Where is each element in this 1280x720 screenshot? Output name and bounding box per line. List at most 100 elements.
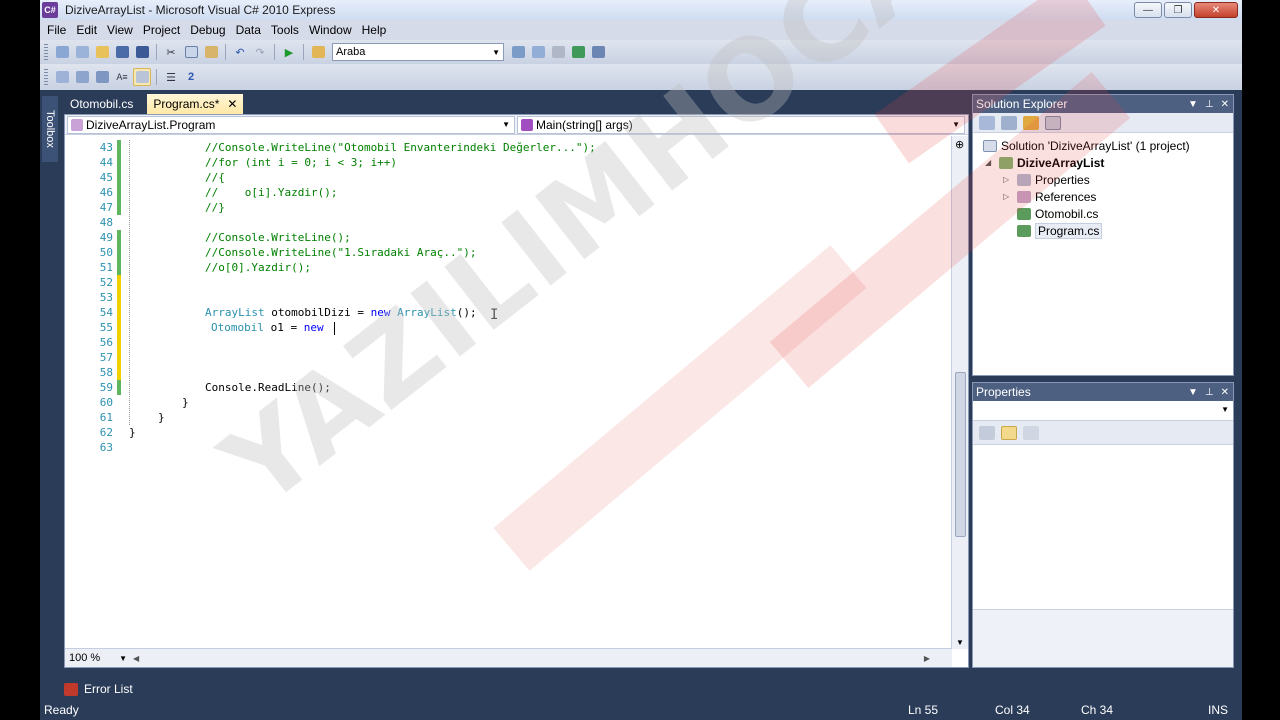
copy-icon[interactable] xyxy=(182,43,200,61)
paste-icon[interactable] xyxy=(202,43,220,61)
show-all-files-icon[interactable] xyxy=(1001,115,1017,130)
pin-icon[interactable]: ⊥ xyxy=(1205,99,1214,110)
uncomment-lines-icon[interactable]: 2 xyxy=(182,68,200,86)
find-icon[interactable] xyxy=(509,43,527,61)
find-in-files-icon[interactable] xyxy=(309,43,327,61)
solution-explorer-panel: Solution Explorer ▼ ⊥ ✕ Solution 'Dizive… xyxy=(972,94,1234,376)
code-line-readline: Console.ReadLine(); xyxy=(135,380,596,395)
scroll-down-icon[interactable]: ▼ xyxy=(956,638,964,647)
menu-data[interactable]: Data xyxy=(231,23,266,37)
view-class-diagram-icon[interactable] xyxy=(1045,115,1061,130)
mouse-ibeam-cursor: I xyxy=(490,307,499,323)
menu-help[interactable]: Help xyxy=(357,23,392,37)
refresh-icon[interactable] xyxy=(1023,115,1039,130)
toolbar-grip[interactable] xyxy=(44,44,48,60)
close-button[interactable]: ✕ xyxy=(1194,2,1238,18)
scrollbar-thumb[interactable] xyxy=(955,372,966,537)
close-tab-icon[interactable]: ✕ xyxy=(227,97,237,111)
solution-explorer-icon[interactable] xyxy=(529,43,547,61)
menu-edit[interactable]: Edit xyxy=(71,23,102,37)
members-combo[interactable]: Main(string[] args) ▼ xyxy=(517,115,965,134)
undo-icon[interactable]: ↶ xyxy=(231,43,249,61)
display-object-member-list-icon[interactable] xyxy=(53,68,71,86)
save-icon[interactable] xyxy=(113,43,131,61)
tree-references[interactable]: ▷ References xyxy=(973,188,1233,205)
zoom-combo[interactable]: 100 % ▼ xyxy=(69,652,127,664)
menu-debug[interactable]: Debug xyxy=(185,23,230,37)
redo-icon[interactable]: ↷ xyxy=(251,43,269,61)
comment-lines-icon[interactable]: ☰ xyxy=(162,68,180,86)
code-editor[interactable]: DiziveArrayList.Program ▼ Main(string[] … xyxy=(64,114,969,668)
tab-otomobil-cs[interactable]: Otomobil.cs xyxy=(64,94,139,114)
menu-file[interactable]: File xyxy=(42,23,71,37)
tree-program-cs[interactable]: Program.cs xyxy=(973,222,1233,239)
properties-icon[interactable] xyxy=(979,115,995,130)
types-combo[interactable]: DiziveArrayList.Program ▼ xyxy=(67,115,515,134)
expanded-icon[interactable]: ◢ xyxy=(985,158,991,167)
pin-icon[interactable]: ⊥ xyxy=(1205,387,1214,398)
collapsed-icon[interactable]: ▷ xyxy=(1003,192,1009,201)
error-list-tab[interactable]: Error List xyxy=(64,678,133,700)
chevron-down-icon: ▼ xyxy=(119,653,127,663)
properties-icon[interactable] xyxy=(549,43,567,61)
parameter-info-icon[interactable] xyxy=(73,68,91,86)
tree-project[interactable]: ◢ DiziveArrayList xyxy=(973,154,1233,171)
menu-view[interactable]: View xyxy=(102,23,138,37)
start-debugging-icon[interactable]: ▶ xyxy=(280,43,298,61)
object-browser-icon[interactable] xyxy=(569,43,587,61)
tab-program-cs[interactable]: Program.cs* ✕ xyxy=(147,94,244,114)
find-combo-value: Araba xyxy=(336,46,366,58)
code-area[interactable]: 43 44 45 46 47 48 49 50 51 52 53 54 55 5… xyxy=(65,136,952,649)
scroll-left-icon[interactable]: ◀ xyxy=(133,654,139,663)
tree-solution[interactable]: Solution 'DiziveArrayList' (1 project) xyxy=(973,137,1233,154)
save-all-icon[interactable] xyxy=(133,43,151,61)
menu-project[interactable]: Project xyxy=(138,23,185,37)
toolbar-grip[interactable] xyxy=(44,69,48,85)
line-number: 61 xyxy=(99,411,113,424)
type-token: ArrayList xyxy=(205,306,265,319)
cut-icon[interactable]: ✂ xyxy=(162,43,180,61)
visual-csharp-icon: C# xyxy=(42,2,58,18)
toolbar-separator xyxy=(303,44,304,60)
chevron-down-icon: ▼ xyxy=(1221,405,1229,414)
line-number: 49 xyxy=(99,231,113,244)
toolbox-icon[interactable] xyxy=(589,43,607,61)
tree-label: Properties xyxy=(1035,172,1090,187)
close-panel-icon[interactable]: ✕ xyxy=(1221,99,1229,110)
collapsed-icon[interactable]: ▷ xyxy=(1003,175,1009,184)
scroll-right-icon[interactable]: ▶ xyxy=(924,654,930,663)
status-text: Ready xyxy=(44,703,79,717)
solution-tree: Solution 'DiziveArrayList' (1 project) ◢… xyxy=(973,133,1233,239)
minimize-button[interactable]: — xyxy=(1134,2,1162,18)
line-number: 47 xyxy=(99,201,113,214)
object-selector-combo[interactable]: ▼ xyxy=(973,401,1233,421)
add-item-icon[interactable] xyxy=(73,43,91,61)
tree-properties[interactable]: ▷ Properties xyxy=(973,171,1233,188)
toolbox-tab[interactable]: Toolbox xyxy=(42,96,58,162)
members-combo-value: Main(string[] args) xyxy=(536,117,633,132)
split-handle-icon[interactable]: ⊕ xyxy=(955,138,964,151)
find-combo[interactable]: Araba ▼ xyxy=(332,43,504,61)
window-title: DiziveArrayList - Microsoft Visual C# 20… xyxy=(65,3,336,17)
window-position-icon[interactable]: ▼ xyxy=(1188,387,1198,398)
solution-explorer-title-bar: Solution Explorer ▼ ⊥ ✕ xyxy=(973,95,1233,113)
close-panel-icon[interactable]: ✕ xyxy=(1221,387,1229,398)
window-position-icon[interactable]: ▼ xyxy=(1188,99,1198,110)
csharp-file-icon xyxy=(1017,224,1031,237)
categorized-icon[interactable] xyxy=(979,425,995,440)
property-pages-icon[interactable] xyxy=(1023,425,1039,440)
complete-word-icon[interactable]: A≡ xyxy=(113,68,131,86)
menu-tools[interactable]: Tools xyxy=(266,23,304,37)
restore-button[interactable]: ❐ xyxy=(1164,2,1192,18)
alphabetical-icon[interactable] xyxy=(1001,425,1017,440)
error-list-icon xyxy=(64,682,78,696)
menu-window[interactable]: Window xyxy=(304,23,357,37)
vertical-scrollbar[interactable]: ⊕ ▼ xyxy=(951,136,968,649)
quick-info-icon[interactable] xyxy=(93,68,111,86)
toggle-whitespace-icon[interactable] xyxy=(133,68,151,86)
tree-otomobil-cs[interactable]: Otomobil.cs xyxy=(973,205,1233,222)
new-project-icon[interactable] xyxy=(53,43,71,61)
open-file-icon[interactable] xyxy=(93,43,111,61)
